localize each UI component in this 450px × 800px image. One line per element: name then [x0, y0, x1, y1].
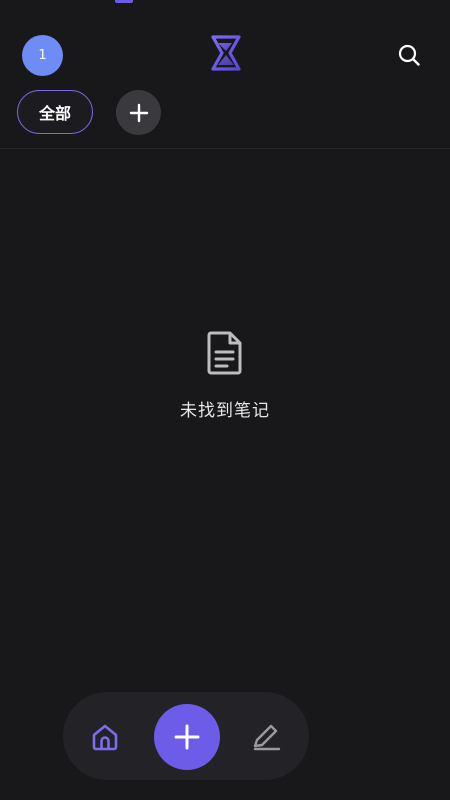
add-note-fab[interactable] [154, 704, 220, 770]
pencil-icon [253, 724, 281, 751]
search-button[interactable] [394, 40, 424, 70]
divider [0, 148, 450, 149]
home-icon [92, 724, 118, 751]
avatar[interactable]: 1 [22, 35, 63, 76]
document-icon [207, 331, 242, 375]
nav-home-button[interactable] [90, 722, 120, 752]
add-category-button[interactable] [116, 90, 161, 135]
filter-chip-all[interactable]: 全部 [17, 90, 93, 134]
plus-icon [129, 103, 148, 122]
hourglass-logo-icon [211, 35, 241, 71]
search-icon [398, 44, 420, 66]
bottom-nav-bar [63, 692, 309, 780]
empty-state: 未找到笔记 [0, 330, 450, 421]
filter-chip-label: 全部 [38, 104, 71, 123]
nav-edit-button[interactable] [251, 722, 283, 752]
empty-state-message: 未找到笔记 [180, 401, 270, 421]
header-bar: 1 [0, 30, 450, 80]
plus-icon [174, 724, 200, 750]
top-indicator [115, 0, 133, 3]
filter-bar: 全部 [0, 90, 450, 138]
avatar-label: 1 [38, 48, 47, 63]
